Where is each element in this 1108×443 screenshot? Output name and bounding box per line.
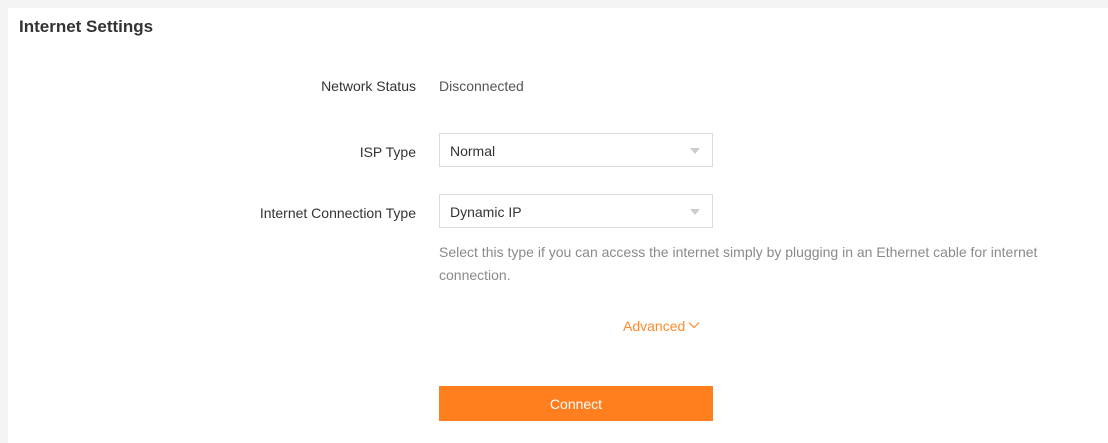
isp-type-select[interactable]: Normal [439,133,713,167]
network-status-value: Disconnected [439,78,524,94]
connection-type-select[interactable]: Dynamic IP [439,194,713,228]
connection-type-label: Internet Connection Type [259,205,416,221]
advanced-toggle[interactable]: Advanced [623,318,700,334]
dropdown-arrow-icon [690,148,700,154]
section-title: Internet Settings [19,17,154,36]
chevron-down-icon [688,322,700,329]
network-status-label: Network Status [321,78,416,94]
internet-settings-panel: Internet Settings Network Status Disconn… [8,8,1108,443]
dropdown-arrow-icon [690,209,700,215]
isp-type-selected-value: Normal [450,143,496,159]
advanced-label: Advanced [623,318,686,334]
connect-button[interactable]: Connect [439,386,713,421]
connection-type-hint: Select this type if you can access the i… [439,244,1038,283]
isp-type-label: ISP Type [359,144,416,160]
connection-type-selected-value: Dynamic IP [450,204,522,220]
